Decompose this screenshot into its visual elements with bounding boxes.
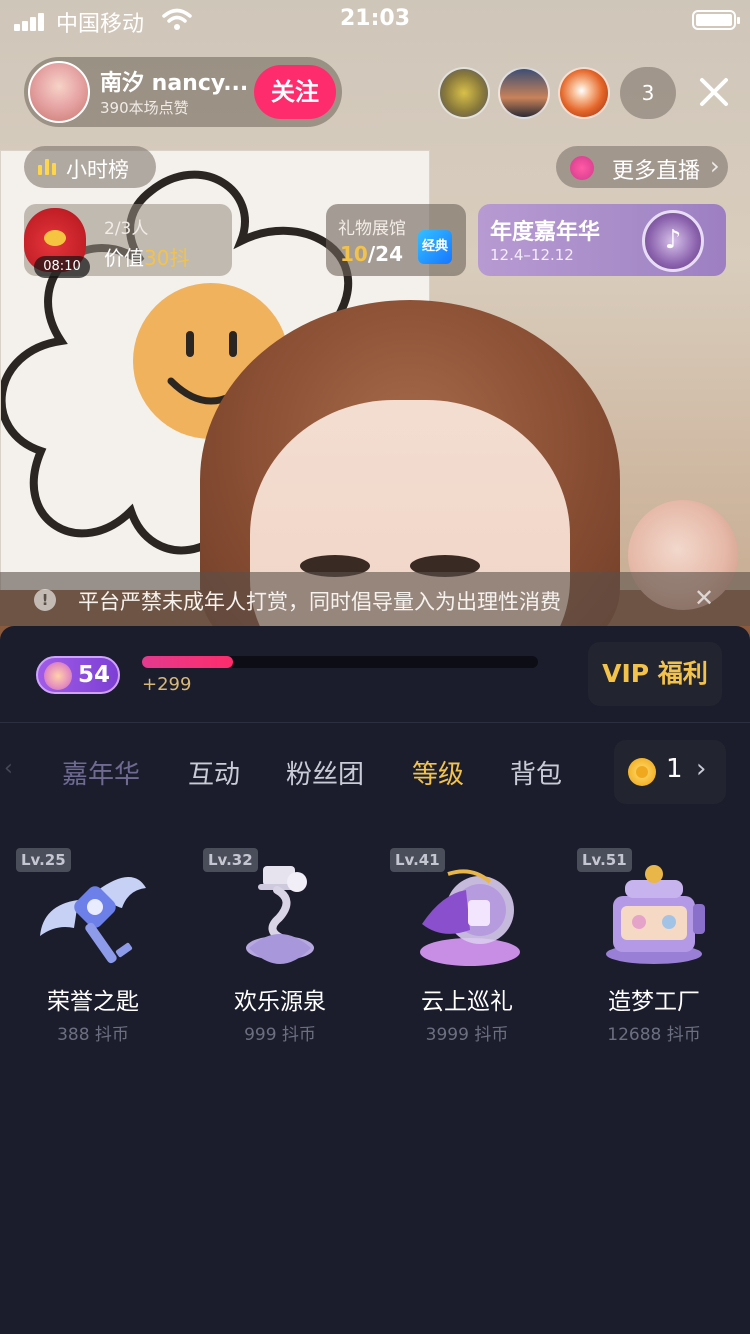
follow-button[interactable]: 关注 [254, 65, 336, 119]
tab-backpack[interactable]: 背包 [510, 754, 562, 791]
level-exp-gain: +299 [142, 674, 192, 695]
more-live-label: 更多直播 [612, 159, 701, 184]
notice-close-icon[interactable]: ✕ [694, 584, 714, 612]
info-icon: ! [34, 589, 56, 611]
douyin-coin-icon [642, 210, 704, 272]
fountain-icon [246, 866, 314, 964]
red-packet-timer: 08:10 [34, 256, 90, 278]
gift-price: 388 抖币 [57, 1025, 129, 1045]
close-icon[interactable] [694, 72, 734, 112]
red-packet-people: 2/3人 [104, 219, 149, 239]
gift-name: 造梦工厂 [608, 989, 700, 1015]
red-packet-card[interactable]: 08:10 2/3人 价值30抖 [24, 204, 232, 278]
coin-icon [628, 758, 656, 786]
gift-item[interactable]: Lv.32 欢乐源泉 999 抖币 [187, 844, 373, 1045]
viewer-avatar[interactable] [558, 67, 610, 119]
red-packet-value: 价值30抖 [104, 246, 190, 270]
chevron-right-icon: › [696, 754, 707, 784]
gift-name: 欢乐源泉 [234, 989, 326, 1015]
tab-fan-club[interactable]: 粉丝团 [286, 754, 364, 791]
chevron-right-icon: › [710, 152, 720, 180]
gift-hall-title: 礼物展馆 [338, 219, 406, 239]
anchor-avatar[interactable] [28, 61, 90, 123]
gift-hall-progress: 10/24 [340, 242, 403, 266]
user-level-badge[interactable]: 54 [36, 656, 120, 694]
anchor-likes: 390本场点赞 [100, 99, 189, 117]
carnival-title: 年度嘉年华 [490, 220, 601, 245]
notice-text: 平台严禁未成年人打赏，同时倡导量入为出理性消费 [78, 590, 561, 614]
gift-item[interactable]: Lv.51 造梦工厂 12688 抖币 [561, 844, 747, 1045]
classic-badge: 经典 [418, 230, 452, 264]
gift-item[interactable]: Lv.41 云上巡礼 3999 抖币 [374, 844, 560, 1045]
gift-panel: 54 +299 VIP 福利 ‹ 嘉年华 互动 粉丝团 等级 背包 1 › Lv… [0, 626, 750, 1334]
gift-price: 999 抖币 [244, 1025, 316, 1045]
clock: 21:03 [339, 6, 411, 31]
coin-balance: 1 [666, 754, 683, 784]
level-progress-bar [142, 656, 538, 668]
chevron-left-icon: ‹ [4, 756, 13, 781]
gift-item[interactable]: Lv.25 荣誉之匙 388 抖币 [0, 844, 186, 1045]
gift-price: 12688 抖币 [607, 1025, 701, 1045]
viewer-avatar[interactable] [438, 67, 490, 119]
gift-name: 荣誉之匙 [47, 989, 139, 1015]
cloud-ship-icon [420, 869, 520, 966]
hour-rank-label: 小时榜 [66, 158, 129, 182]
tab-level[interactable]: 等级 [412, 754, 464, 791]
live-icon [570, 156, 594, 180]
carnival-banner[interactable]: 年度嘉年华 12.4–12.12 [478, 204, 726, 276]
bar-chart-icon [38, 159, 58, 175]
vip-benefits-button[interactable]: VIP 福利 [588, 642, 722, 706]
user-level-number: 54 [78, 662, 111, 688]
viewer-count[interactable]: 3 [620, 67, 676, 119]
tab-interactive[interactable]: 互动 [188, 754, 240, 791]
battery-icon [692, 10, 740, 30]
more-live-button[interactable]: 更多直播 › [556, 146, 728, 188]
panel-divider [0, 722, 750, 723]
dream-factory-icon [606, 865, 705, 964]
level-crown-icon [44, 662, 72, 690]
coin-balance-button[interactable]: 1 › [614, 740, 726, 804]
gift-hall-card[interactable]: 礼物展馆 10/24 经典 [326, 204, 466, 276]
gift-price: 3999 抖币 [425, 1025, 509, 1045]
gift-name: 云上巡礼 [421, 989, 513, 1015]
hour-rank-button[interactable]: 小时榜 [24, 146, 156, 188]
carnival-dates: 12.4–12.12 [490, 246, 574, 264]
level-progress-fill [142, 656, 234, 668]
viewer-avatar[interactable] [498, 67, 550, 119]
tab-carnival[interactable]: 嘉年华 [62, 754, 140, 791]
status-bar: 中国移动 21:03 [0, 0, 750, 40]
winged-key-icon [40, 876, 146, 964]
notice-bar: ! 平台严禁未成年人打赏，同时倡导量入为出理性消费 ✕ [0, 572, 750, 626]
anchor-name: 南汐 nancy... [100, 71, 249, 96]
anchor-info[interactable]: 南汐 nancy... 390本场点赞 关注 [24, 57, 342, 127]
